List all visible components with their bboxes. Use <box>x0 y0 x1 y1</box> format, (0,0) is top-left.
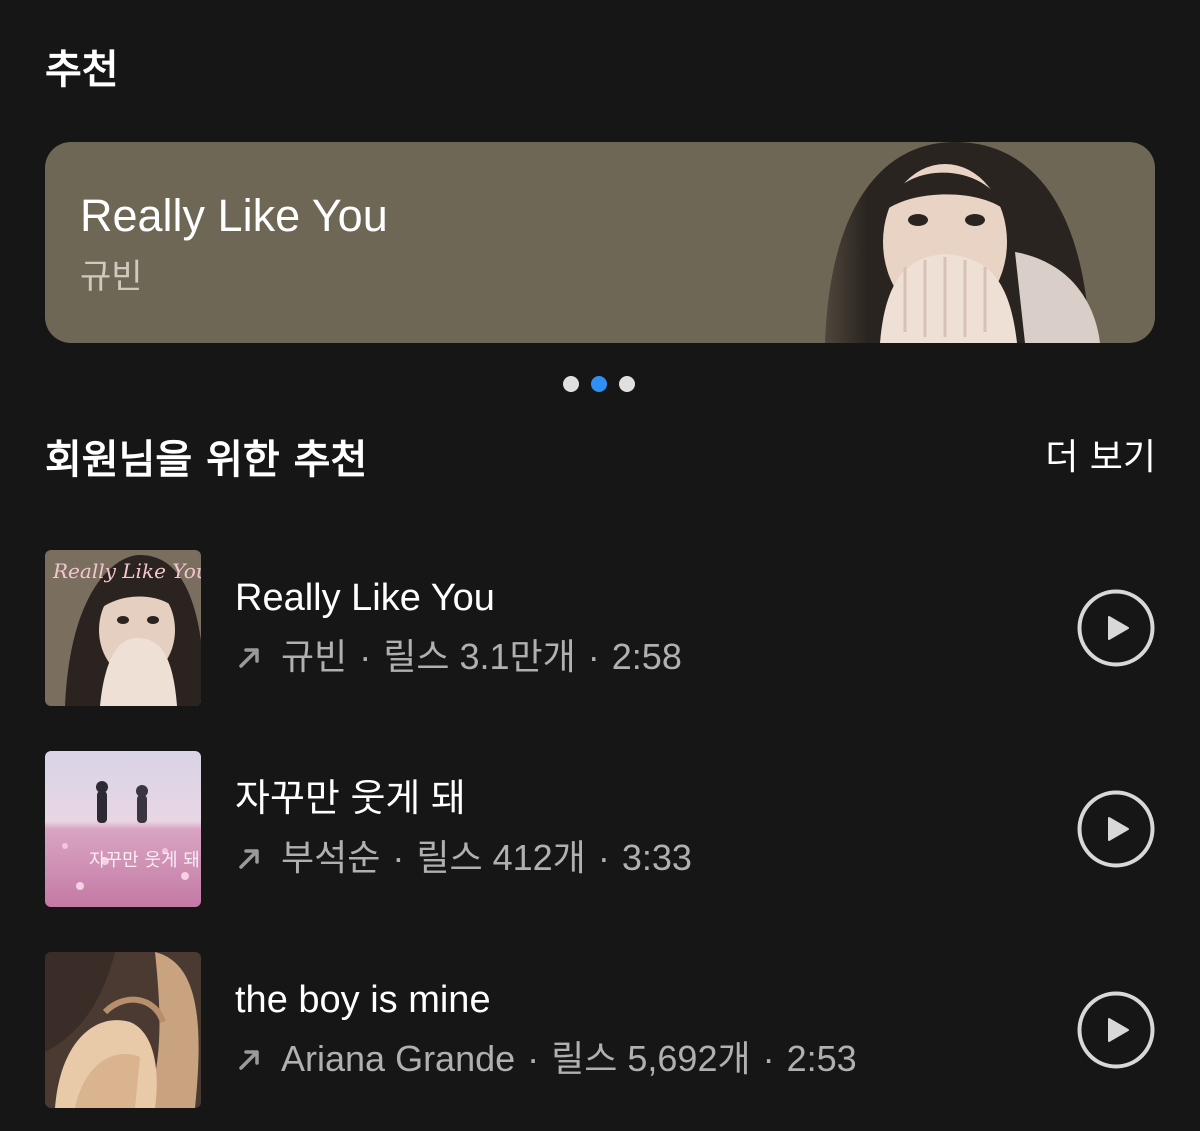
play-circle-icon[interactable] <box>1077 589 1155 667</box>
track-title: 자꾸만 웃게 돼 <box>235 778 466 820</box>
track-title: Really Like You <box>235 577 495 619</box>
carousel-dot-active[interactable] <box>591 376 607 392</box>
track-meta: 부석순 · 릴스 412개 · 3:33 <box>235 835 692 881</box>
track-reels-count: 릴스 5,692개 <box>551 1038 751 1079</box>
album-cover-flower-field: 자꾸만 웃게 돼 <box>45 751 201 907</box>
album-cover-hair <box>45 952 201 1108</box>
trend-arrow-icon <box>239 648 259 668</box>
featured-track-artist: 규빈 <box>80 257 143 297</box>
track-duration: 2:58 <box>611 636 682 677</box>
track-duration: 3:33 <box>621 837 692 878</box>
section-title-for-you: 회원님을 위한 추천 <box>45 437 368 483</box>
track-row[interactable]: Really Like You Really Like You 규빈 · 릴스 … <box>45 550 1155 706</box>
section-title-recommended: 추천 <box>45 47 119 93</box>
track-reels-count: 릴스 412개 <box>416 837 586 878</box>
album-cover-portrait: Really Like You <box>45 550 201 706</box>
carousel-dot[interactable] <box>563 376 579 392</box>
play-circle-icon[interactable] <box>1077 790 1155 868</box>
track-meta: 규빈 · 릴스 3.1만개 · 2:58 <box>235 634 682 680</box>
track-artist: Ariana Grande <box>281 1038 516 1079</box>
trend-arrow-icon <box>239 849 259 869</box>
track-row[interactable]: 자꾸만 웃게 돼 자꾸만 웃게 돼 부석순 · 릴스 412개 · 3:33 <box>45 751 1155 907</box>
track-artist: 규빈 <box>281 636 348 677</box>
featured-track-banner[interactable]: Really Like You 규빈 <box>45 142 1155 343</box>
album-cover <box>45 952 201 1108</box>
track-title: the boy is mine <box>235 979 491 1021</box>
featured-track-title: Really Like You <box>80 190 388 241</box>
track-artist: 부석순 <box>281 837 381 878</box>
trend-arrow-icon <box>239 1050 259 1070</box>
track-row[interactable]: the boy is mine Ariana Grande · 릴스 5,692… <box>45 952 1155 1108</box>
album-cover: 자꾸만 웃게 돼 <box>45 751 201 907</box>
see-more-link[interactable]: 더 보기 <box>1045 432 1156 484</box>
featured-artist-photo <box>785 142 1115 343</box>
album-cover-lettering: Really Like You <box>52 559 201 583</box>
album-cover-lettering: 자꾸만 웃게 돼 <box>89 850 200 871</box>
play-circle-icon[interactable] <box>1077 991 1155 1069</box>
carousel-indicator <box>563 376 635 392</box>
track-duration: 2:53 <box>786 1038 857 1079</box>
album-cover: Really Like You <box>45 550 201 706</box>
track-meta: Ariana Grande · 릴스 5,692개 · 2:53 <box>235 1036 857 1082</box>
carousel-dot[interactable] <box>619 376 635 392</box>
track-reels-count: 릴스 3.1만개 <box>383 636 576 677</box>
